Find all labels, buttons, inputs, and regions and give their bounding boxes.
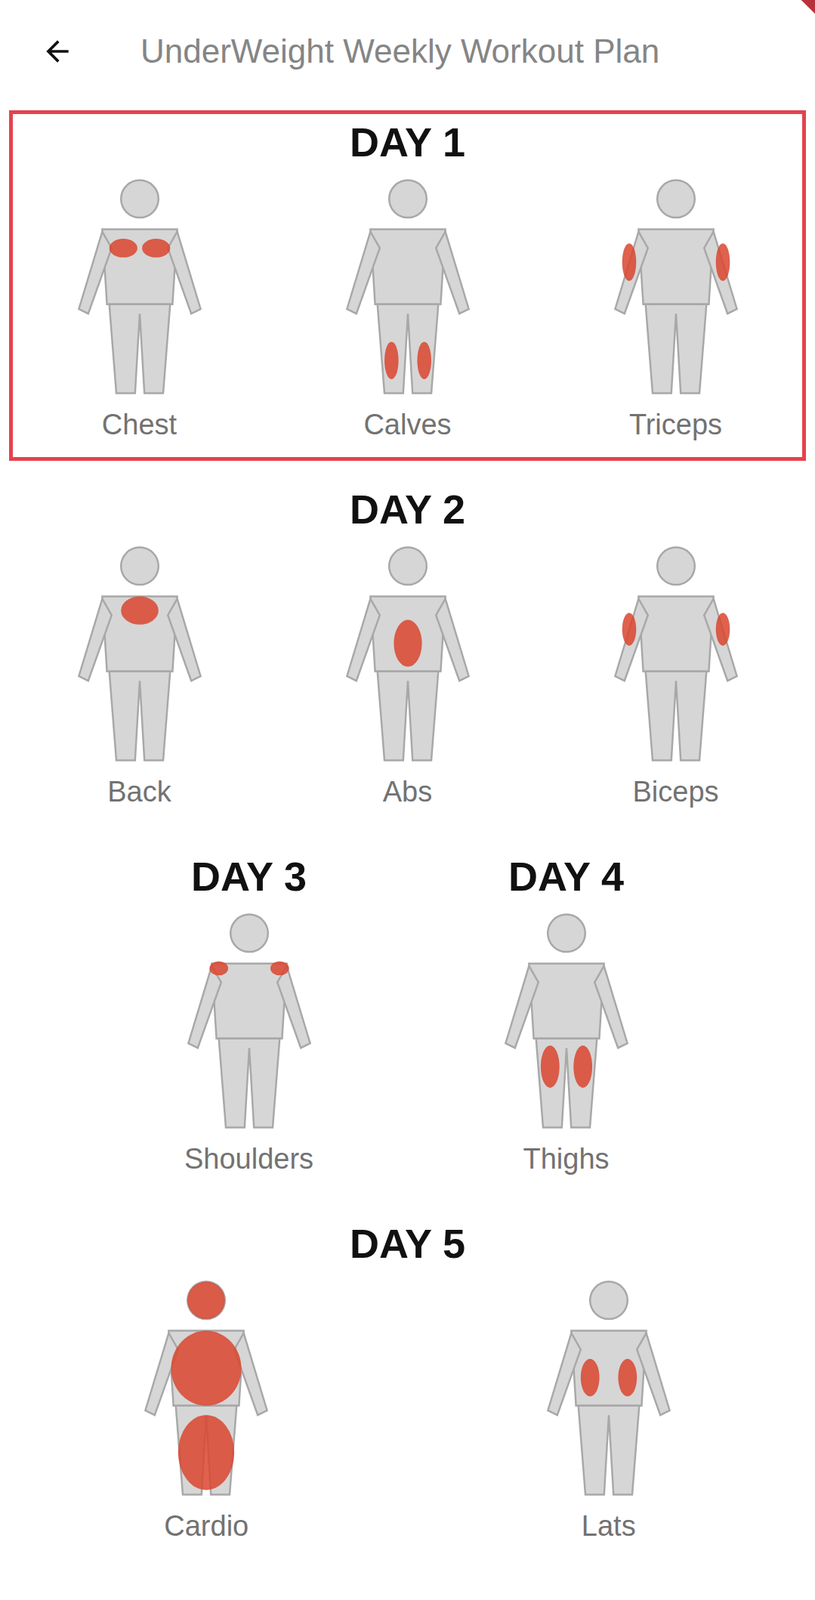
muscle-item[interactable]: Cardio	[89, 1266, 324, 1544]
muscle-label: Chest	[101, 407, 177, 442]
muscle-label: Biceps	[632, 774, 719, 809]
day-row: DAY 1 Chest Calves Triceps	[9, 110, 806, 461]
day-label: DAY 5	[349, 1219, 466, 1267]
app-bar: UnderWeight Weekly Workout Plan	[0, 0, 815, 103]
muscle-label: Calves	[363, 407, 451, 442]
muscle-label: Back	[107, 774, 171, 809]
day-label: DAY 4	[508, 852, 624, 900]
muscle-list: Back Abs Biceps	[12, 532, 803, 809]
muscle-label: Shoulders	[184, 1141, 314, 1177]
day-row: DAY 5 Cardio Lats	[9, 1211, 806, 1563]
muscle-label: Lats	[581, 1508, 636, 1544]
muscle-item[interactable]: Thighs	[449, 899, 684, 1177]
muscle-item[interactable]: Abs	[290, 532, 525, 809]
anatomy-icon	[89, 1269, 324, 1504]
anatomy-icon	[290, 535, 525, 770]
day-row: DAY 3 Shoulders DAY 4 Thighs	[9, 844, 806, 1195]
day-label: DAY 3	[191, 852, 307, 900]
day-section[interactable]: DAY 1 Chest Calves Triceps	[9, 110, 806, 461]
back-button[interactable]	[37, 31, 78, 72]
day-label: DAY 2	[349, 485, 466, 533]
muscle-item[interactable]: Triceps	[558, 165, 794, 442]
muscle-list: Cardio Lats	[12, 1266, 803, 1544]
day-section[interactable]: DAY 4 Thighs	[445, 844, 688, 1195]
day-section[interactable]: DAY 3 Shoulders	[128, 844, 371, 1195]
anatomy-icon	[558, 168, 794, 403]
day-row: DAY 2 Back Abs Biceps	[9, 477, 806, 828]
muscle-label: Cardio	[163, 1508, 249, 1544]
muscle-item[interactable]: Biceps	[558, 532, 794, 809]
muscle-list: Thighs	[449, 899, 684, 1177]
day-list: DAY 1 Chest Calves Triceps DAY 2 Back Abs Bicep…	[0, 102, 815, 1593]
muscle-item[interactable]: Lats	[491, 1266, 726, 1544]
muscle-item[interactable]: Shoulders	[132, 899, 367, 1177]
muscle-label: Triceps	[629, 407, 723, 442]
muscle-list: Shoulders	[132, 899, 367, 1177]
muscle-item[interactable]: Calves	[290, 165, 525, 442]
day-label: DAY 1	[349, 118, 466, 166]
day-section[interactable]: DAY 5 Cardio Lats	[9, 1211, 806, 1563]
anatomy-icon	[22, 168, 257, 403]
anatomy-icon	[491, 1269, 726, 1504]
workout-plan-screen: UnderWeight Weekly Workout PlanDAY 1Ches…	[0, 0, 815, 1600]
anatomy-icon	[290, 168, 525, 403]
debug-banner	[783, 0, 815, 25]
day-section[interactable]: DAY 2 Back Abs Biceps	[9, 477, 806, 828]
anatomy-icon	[558, 535, 794, 770]
anatomy-icon	[449, 902, 684, 1137]
muscle-item[interactable]: Back	[22, 532, 257, 809]
screen-title: UnderWeight Weekly Workout Plan	[140, 32, 660, 71]
muscle-label: Thighs	[522, 1141, 609, 1177]
back-arrow-icon	[40, 34, 75, 68]
muscle-label: Abs	[382, 774, 433, 809]
anatomy-icon	[132, 902, 367, 1137]
muscle-list: Chest Calves Triceps	[12, 165, 803, 442]
muscle-item[interactable]: Chest	[22, 165, 257, 442]
anatomy-icon	[22, 535, 257, 770]
